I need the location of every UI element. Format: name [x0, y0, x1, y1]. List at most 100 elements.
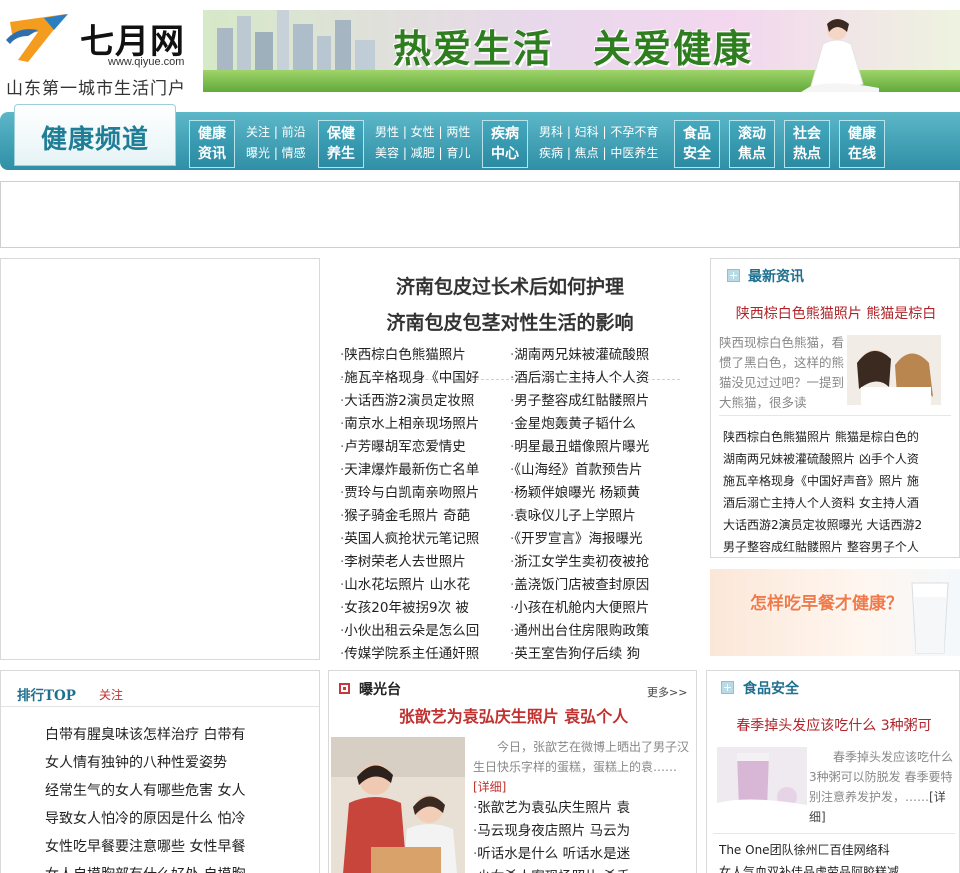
news-list-item[interactable]: 传媒学院系主任通奸照: [340, 643, 508, 660]
food-safety-panel: 食品安全 春季掉头发应该吃什么 3种粥可 春季掉头发应该吃什么 3种粥可以防脱发…: [706, 670, 960, 873]
food-safety-item[interactable]: 女人气血双补佳品虚劳品阿胶糕减: [719, 861, 955, 873]
banner-woman-figure: [801, 19, 879, 92]
news-list-left: 陕西棕白色熊猫照片施瓦辛格现身《中国好大话西游2演员定妆照南京水上相亲现场照片卢…: [340, 344, 508, 660]
channel-title-tab[interactable]: 健康频道: [14, 104, 176, 166]
site-logo[interactable]: 七月网 www.qiyue.com 山东第一城市生活门户: [4, 8, 196, 99]
ranking-item[interactable]: 经常生气的女人有哪些危害 女人: [45, 777, 315, 805]
ranking-item[interactable]: 白带有腥臭味该怎样治疗 白带有: [45, 721, 315, 749]
banner-slogan: 热爱生活 关爱健康: [393, 26, 754, 71]
food-safety-item[interactable]: The One团队徐州匚百佳网络科: [719, 839, 955, 861]
nav-main-line1: 滚动: [738, 126, 766, 142]
exposure-photo[interactable]: [331, 737, 465, 873]
food-summary: 春季掉头发应该吃什么 3种粥可以防脱发 春季要特别注意养发护发，……[详细]: [809, 747, 957, 827]
ranking-item[interactable]: 导致女人怕冷的原因是什么 怕冷: [45, 805, 315, 833]
news-list-right: 湖南两兄妹被灌硫酸照酒后溺亡主持人个人资男子整容成红骷髅照片金星炮轰黄子韬什么明…: [510, 344, 678, 660]
nav-sub-group-care[interactable]: 男性 | 女性 | 两性 美容 | 减肥 | 育儿: [375, 122, 470, 164]
exposure-title: 曝光台: [359, 682, 401, 698]
news-list-item[interactable]: 金星炮轰黄子韬什么: [510, 413, 678, 436]
nav-health-news[interactable]: 健康 资讯: [189, 120, 235, 168]
nav-sub-group-news[interactable]: 关注 | 前沿 曝光 | 情感: [246, 122, 306, 164]
nav-sub-row[interactable]: 关注 | 前沿: [246, 122, 306, 143]
exposure-detail-link[interactable]: [详细]: [473, 780, 506, 794]
nav-sub-row[interactable]: 曝光 | 情感: [246, 143, 306, 164]
exposure-headline-link[interactable]: 张歆艺为袁弘庆生照片 袁弘个人: [329, 703, 696, 727]
news-list-item[interactable]: 卢芳曝胡军恋爱情史: [340, 436, 508, 459]
news-list-item[interactable]: 小孩在机舱内大便照片: [510, 597, 678, 620]
ranking-tab-focus[interactable]: 关注: [99, 686, 123, 703]
nav-sub-row[interactable]: 美容 | 减肥 | 育儿: [375, 143, 470, 164]
news-list-item[interactable]: 浙江女学生卖初夜被抢: [510, 551, 678, 574]
nav-main-line2: 资讯: [198, 146, 226, 162]
square-bullet-icon: [339, 683, 350, 694]
exposure-item[interactable]: 少女杀人案现场照片 杀手: [473, 866, 693, 873]
latest-news-item[interactable]: 酒后溺亡主持人个人资料 女主持人酒: [723, 492, 955, 514]
header-banner-ad[interactable]: 热爱生活 关爱健康: [203, 10, 960, 92]
nav-main-line1: 疾病: [491, 126, 519, 142]
breakfast-ad-banner[interactable]: 怎样吃早餐才健康？: [710, 569, 960, 656]
latest-news-item[interactable]: 男子整容成红骷髅照片 整容男子个人: [723, 536, 955, 557]
news-list-item[interactable]: 猴子骑金毛照片 奇葩: [340, 505, 508, 528]
news-list-item[interactable]: 杨颖伴娘曝光 杨颖黄: [510, 482, 678, 505]
nav-sub-row[interactable]: 男性 | 女性 | 两性: [375, 122, 470, 143]
news-list-item[interactable]: 明星最丑蜡像照片曝光: [510, 436, 678, 459]
news-list-item[interactable]: 大话西游2演员定妆照: [340, 390, 508, 413]
news-list-item[interactable]: 湖南两兄妹被灌硫酸照: [510, 344, 678, 367]
exposure-item[interactable]: 马云现身夜店照片 马云为: [473, 820, 693, 843]
exposure-more-link[interactable]: 更多>>: [647, 684, 687, 700]
news-list-item[interactable]: 贾玲与白凯南亲吻照片: [340, 482, 508, 505]
ranking-item[interactable]: 女性吃早餐要注意哪些 女性早餐: [45, 833, 315, 861]
latest-news-item[interactable]: 大话西游2演员定妆照曝光 大话西游2: [723, 514, 955, 536]
news-list-item[interactable]: 盖浇饭门店被查封原因: [510, 574, 678, 597]
news-list-item[interactable]: 酒后溺亡主持人个人资: [510, 367, 678, 390]
latest-news-photo[interactable]: [847, 335, 941, 405]
news-list-item[interactable]: 南京水上相亲现场照片: [340, 413, 508, 436]
nav-sub-row[interactable]: 疾病 | 焦点 | 中医养生: [539, 143, 658, 164]
exposure-item[interactable]: 张歆艺为袁弘庆生照片 袁: [473, 797, 693, 820]
milk-glass-icon: [911, 582, 949, 654]
ranking-item[interactable]: 女人情有独钟的八种性爱姿势: [45, 749, 315, 777]
nav-social-hot[interactable]: 社会 热点: [784, 120, 830, 168]
nav-main-line1: 社会: [793, 126, 821, 142]
news-list-item[interactable]: 施瓦辛格现身《中国好: [340, 367, 508, 390]
center-headlines: 济南包皮过长术后如何护理 济南包皮包茎对性生活的影响 陕西棕白色熊猫照片施瓦辛格…: [330, 258, 690, 660]
news-list-item[interactable]: 通州出台住房限购政策: [510, 620, 678, 643]
nav-sub-row[interactable]: 男科 | 妇科 | 不孕不育: [539, 122, 658, 143]
news-list-item[interactable]: 李树荣老人去世照片: [340, 551, 508, 574]
food-photo[interactable]: [717, 747, 807, 811]
latest-headline-link[interactable]: 陕西棕白色熊猫照片 熊猫是棕白: [711, 303, 959, 323]
news-list-item[interactable]: 《开罗宣言》海报曝光: [510, 528, 678, 551]
panel-divider: [719, 415, 951, 416]
ranking-item[interactable]: 女人自摸胸部有什么好处 自摸胸: [45, 861, 315, 873]
nav-main-line2: 在线: [848, 146, 876, 162]
nav-food-safety[interactable]: 食品 安全: [674, 120, 720, 168]
news-list-item[interactable]: 英国人疯抢状元笔记照: [340, 528, 508, 551]
plus-icon: [721, 681, 734, 694]
nav-disease-center[interactable]: 疾病 中心: [482, 120, 528, 168]
nav-rolling-focus[interactable]: 滚动 焦点: [729, 120, 775, 168]
panel-divider: [713, 833, 955, 834]
news-list-item[interactable]: 小伙出租云朵是怎么回: [340, 620, 508, 643]
news-list-item[interactable]: 英王室告狗仔后续 狗: [510, 643, 678, 660]
news-list-item[interactable]: 女孩20年被拐9次 被: [340, 597, 508, 620]
latest-news-item[interactable]: 湖南两兄妹被灌硫酸照片 凶手个人资: [723, 448, 955, 470]
nav-main-line1: 健康: [198, 126, 226, 142]
food-headline-link[interactable]: 春季掉头发应该吃什么 3种粥可: [707, 715, 959, 735]
site-slogan: 山东第一城市生活门户: [6, 79, 186, 99]
news-list-item[interactable]: 天津爆炸最新伤亡名单: [340, 459, 508, 482]
nav-sub-group-disease[interactable]: 男科 | 妇科 | 不孕不育 疾病 | 焦点 | 中医养生: [539, 122, 658, 164]
nav-health-online[interactable]: 健康 在线: [839, 120, 885, 168]
latest-news-item[interactable]: 陕西棕白色熊猫照片 熊猫是棕白色的: [723, 426, 955, 448]
ranking-title: 排行TOP: [17, 688, 76, 704]
news-list-item[interactable]: 山水花坛照片 山水花: [340, 574, 508, 597]
nav-health-care[interactable]: 保健 养生: [318, 120, 364, 168]
nav-main-line2: 热点: [793, 146, 821, 162]
news-list-item[interactable]: 陕西棕白色熊猫照片: [340, 344, 508, 367]
headline-link-1[interactable]: 济南包皮过长术后如何护理: [330, 272, 690, 299]
news-list-item[interactable]: 男子整容成红骷髅照片: [510, 390, 678, 413]
exposure-item[interactable]: 听话水是什么 听话水是迷: [473, 843, 693, 866]
headline-link-2[interactable]: 济南包皮包茎对性生活的影响: [330, 308, 690, 335]
latest-news-item[interactable]: 施瓦辛格现身《中国好声音》照片 施: [723, 470, 955, 492]
news-list-item[interactable]: 《山海经》首款预告片: [510, 459, 678, 482]
news-list-item[interactable]: 袁咏仪儿子上学照片: [510, 505, 678, 528]
exposure-header: 曝光台 更多>>: [329, 671, 696, 701]
